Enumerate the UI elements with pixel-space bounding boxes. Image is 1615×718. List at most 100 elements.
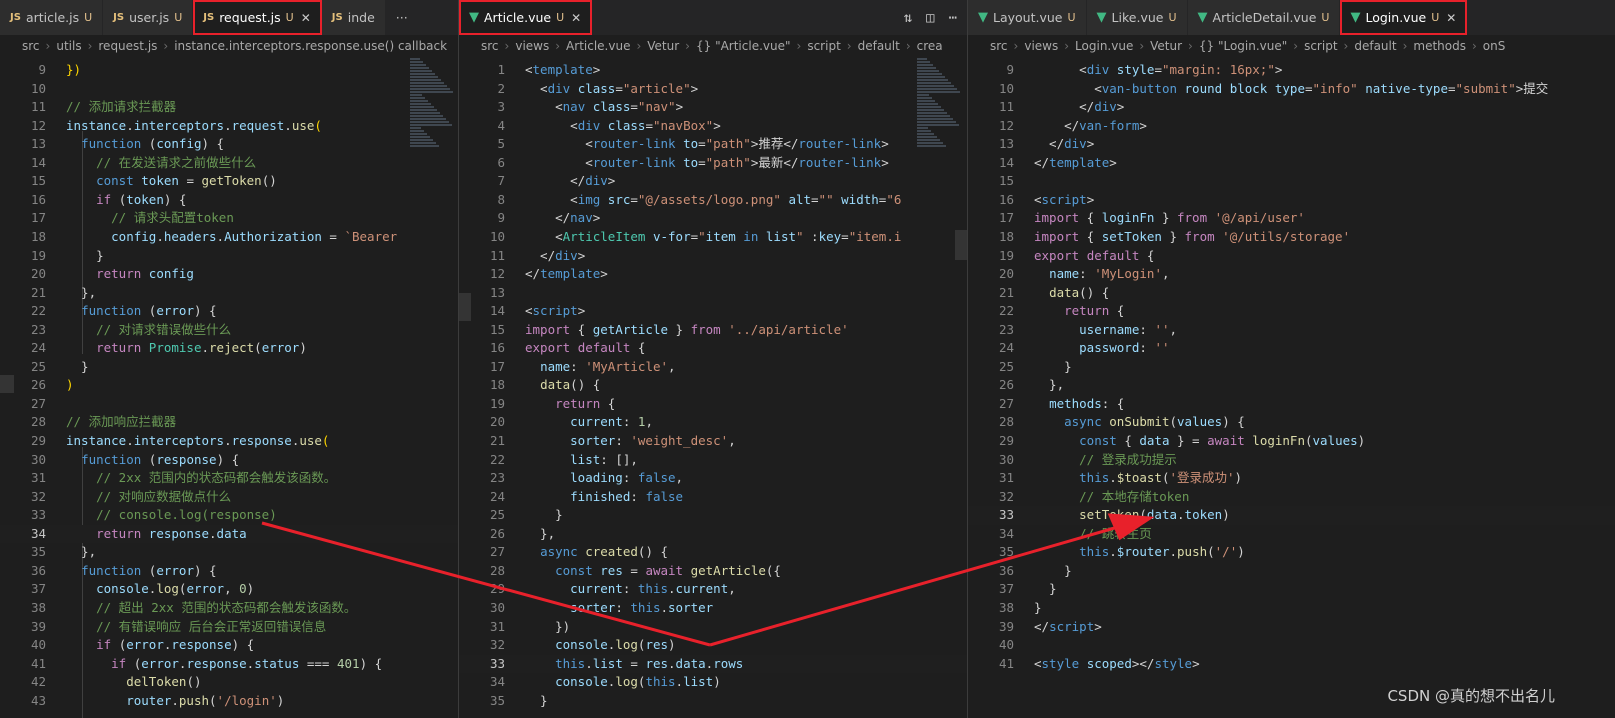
breadcrumb-item[interactable]: views	[515, 39, 549, 53]
code-line[interactable]: 42 delToken()	[0, 673, 458, 692]
breadcrumb-item[interactable]: onS	[1483, 39, 1506, 53]
code-line[interactable]: 10	[0, 80, 458, 99]
tab-login-vue[interactable]: ▼ Login.vue U ✕	[1340, 0, 1468, 35]
code-line[interactable]: 33 this.list = res.data.rows	[459, 654, 967, 674]
code-line[interactable]: 11 // 添加请求拦截器	[0, 98, 458, 117]
code-line[interactable]: 20 current: 1,	[459, 413, 967, 432]
code-line[interactable]: 14 <script>	[459, 302, 967, 321]
breadcrumb[interactable]: src › views › Article.vue › Vetur › {} "Article.…	[459, 35, 967, 57]
minimap[interactable]	[410, 57, 458, 167]
tab-article-vue[interactable]: ▼ Article.vue U ✕	[459, 0, 593, 35]
code-line[interactable]: 24 return Promise.reject(error)	[0, 339, 458, 358]
code-line[interactable]: 30 // 登录成功提示	[968, 451, 1615, 470]
code-line[interactable]: 38 // 超出 2xx 范围的状态码都会触发该函数。	[0, 599, 458, 618]
code-line[interactable]: 43 router.push('/login')	[0, 692, 458, 711]
minimap[interactable]	[917, 57, 965, 167]
code-line[interactable]: 25 }	[459, 506, 967, 525]
code-line[interactable]: 18 config.headers.Authorization = `Beare…	[0, 228, 458, 247]
breadcrumb-item[interactable]: views	[1024, 39, 1058, 53]
breadcrumb-item[interactable]: Vetur	[647, 39, 679, 53]
code-line[interactable]: 17 import { loginFn } from '@/api/user'	[968, 209, 1615, 228]
tab-inde[interactable]: JS inde	[321, 0, 386, 35]
code-line[interactable]: 29 current: this.current,	[459, 580, 967, 599]
code-line[interactable]: 30 function (response) {	[0, 451, 458, 470]
more-tabs-icon[interactable]: ···	[385, 0, 419, 35]
code-line[interactable]: 16 <script>	[968, 191, 1615, 210]
code-line[interactable]: 36 }	[968, 562, 1615, 581]
code-line[interactable]: 23 // 对请求错误做些什么	[0, 321, 458, 340]
code-line[interactable]: 19 export default {	[968, 247, 1615, 266]
code-line[interactable]: 39 </script>	[968, 618, 1615, 637]
code-line[interactable]: 9 <div style="margin: 16px;">	[968, 61, 1615, 80]
scrollbar[interactable]	[459, 293, 471, 321]
code-line[interactable]: 15 import { getArticle } from '../api/art…	[459, 321, 967, 340]
code-line[interactable]: 38}	[968, 599, 1615, 618]
code-area[interactable]: 9}) 10 11// 添加请求拦截器 12 instance.interceptors…	[0, 57, 458, 718]
split-editor-icon[interactable]: ◫	[926, 10, 934, 26]
code-line[interactable]: 15 const token = getToken()	[0, 172, 458, 191]
code-line[interactable]: 27	[0, 395, 458, 414]
code-line[interactable]: 35 this.$router.push('/')	[968, 543, 1615, 562]
code-line[interactable]: 29 instance.interceptors.response.use(	[0, 432, 458, 451]
code-line[interactable]: 31 // 2xx 范围内的状态码都会触发该函数。	[0, 469, 458, 488]
code-line[interactable]: 21 },	[0, 284, 458, 303]
code-line[interactable]: 30 sorter: this.sorter	[459, 599, 967, 618]
code-line[interactable]: 10 <van-button round block type="info" n…	[968, 80, 1615, 99]
code-line[interactable]: 20 return config	[0, 265, 458, 284]
code-line[interactable]: 13 </div>	[968, 135, 1615, 154]
code-line[interactable]: 12 </van-form>	[968, 117, 1615, 136]
code-line[interactable]: 17 // 请求头配置token	[0, 209, 458, 228]
code-line[interactable]: 12 instance.interceptors.request.use(	[0, 117, 458, 136]
code-line[interactable]: 25 }	[968, 358, 1615, 377]
code-line[interactable]: 2 <div class="article">	[459, 80, 967, 99]
close-icon[interactable]: ✕	[1446, 11, 1456, 25]
breadcrumb-item[interactable]: request.js	[98, 39, 157, 53]
tab-request-js[interactable]: JS request.js U ✕	[193, 0, 322, 35]
code-line[interactable]: 8 <img src="@/assets/logo.png" alt="" wi…	[459, 191, 967, 210]
breadcrumb-item[interactable]: Login.vue	[1075, 39, 1133, 53]
tab-user-js[interactable]: JS user.js U	[103, 0, 194, 35]
code-line[interactable]: 10 <ArticleItem v-for="item in list" :ke…	[459, 228, 967, 247]
breadcrumb-item[interactable]: src	[22, 39, 40, 53]
breadcrumb-item[interactable]: {} "Login.vue"	[1199, 39, 1287, 53]
code-line[interactable]: 23 loading: false,	[459, 469, 967, 488]
code-line[interactable]: 13	[459, 284, 967, 303]
more-icon[interactable]: ⋯	[949, 10, 957, 26]
tab-like-vue[interactable]: ▼ Like.vue U	[1086, 0, 1188, 35]
tab-articledetail-vue[interactable]: ▼ ArticleDetail.vue U	[1187, 0, 1341, 35]
code-line[interactable]: 16 export default {	[459, 339, 967, 358]
code-line[interactable]: 14 </template>	[968, 154, 1615, 173]
code-line[interactable]: 31 })	[459, 618, 967, 637]
code-line[interactable]: 21 sorter: 'weight_desc',	[459, 432, 967, 451]
code-area[interactable]: 1 <template> 2 <div class="article"> 3 <nav…	[459, 57, 967, 718]
code-line[interactable]: 6 <router-link to="path">最新</router-link…	[459, 154, 967, 173]
code-line[interactable]: 13 function (config) {	[0, 135, 458, 154]
breadcrumb-item[interactable]: default	[1354, 39, 1396, 53]
close-icon[interactable]: ✕	[571, 11, 581, 25]
code-line[interactable]: 27 methods: {	[968, 395, 1615, 414]
code-line[interactable]: 16 if (token) {	[0, 191, 458, 210]
breadcrumb-item[interactable]: crea	[917, 39, 943, 53]
code-line[interactable]: 32 // 对响应数据做点什么	[0, 488, 458, 507]
code-line[interactable]: 7 </div>	[459, 172, 967, 191]
code-line[interactable]: 41 if (error.response.status === 401) {	[0, 655, 458, 674]
code-line[interactable]: 24 finished: false	[459, 488, 967, 507]
code-line[interactable]: 14 // 在发送请求之前做些什么	[0, 154, 458, 173]
breadcrumb-item[interactable]: methods	[1413, 39, 1466, 53]
code-line[interactable]: 34 return response.data	[0, 524, 458, 544]
code-line[interactable]: 33 // console.log(response)	[0, 506, 458, 525]
compare-icon[interactable]: ⇅	[904, 10, 912, 26]
code-line[interactable]: 22 return {	[968, 302, 1615, 321]
code-line[interactable]: 19 return {	[459, 395, 967, 414]
code-line[interactable]: 17 name: 'MyArticle',	[459, 358, 967, 377]
code-line[interactable]: 33 setToken(data.token)	[968, 506, 1615, 525]
code-line[interactable]: 37 console.log(error, 0)	[0, 580, 458, 599]
code-line[interactable]: 11 </div>	[968, 98, 1615, 117]
breadcrumb-item[interactable]: src	[990, 39, 1008, 53]
code-line[interactable]: 24 password: ''	[968, 339, 1615, 358]
code-line[interactable]: 39 // 有错误响应 后台会正常返回错误信息	[0, 618, 458, 637]
breadcrumb-item[interactable]: src	[481, 39, 499, 53]
code-line[interactable]: 23 username: '',	[968, 321, 1615, 340]
code-line[interactable]: 31 this.$toast('登录成功')	[968, 469, 1615, 488]
code-line[interactable]: 34 console.log(this.list)	[459, 673, 967, 692]
